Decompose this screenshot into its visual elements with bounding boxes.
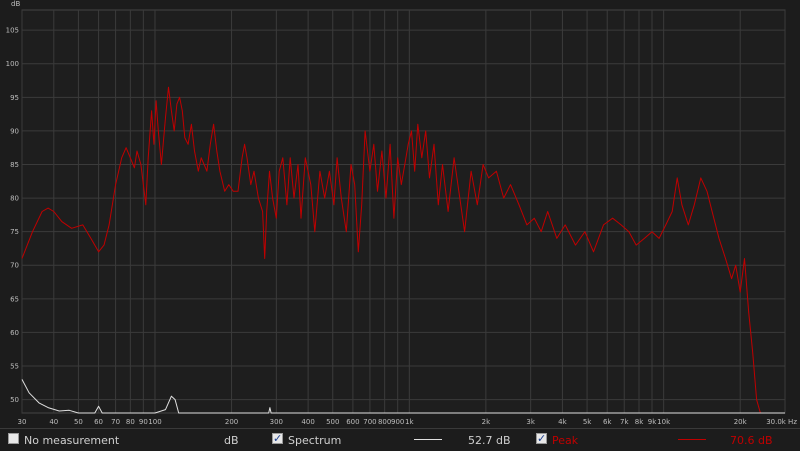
x-tick-label: 40	[49, 418, 58, 426]
y-tick-label: 65	[10, 295, 19, 303]
x-tick-label: 3k	[526, 418, 535, 426]
x-tick-label: 600	[346, 418, 359, 426]
spectrum-checkbox[interactable]	[272, 432, 283, 445]
x-tick-label: 80	[126, 418, 135, 426]
x-tick-label: 70	[111, 418, 120, 426]
y-tick-label: 105	[6, 27, 19, 35]
peak-value: 70.6 dB	[730, 434, 773, 447]
x-tick-label: 4k	[558, 418, 567, 426]
x-tick-label: 9k	[648, 418, 657, 426]
no-measurement-checkbox[interactable]	[8, 433, 19, 444]
y-tick-label: 95	[10, 94, 19, 102]
spectrum-line-swatch	[414, 439, 442, 440]
x-tick-label: 1k	[405, 418, 414, 426]
x-tick-label: 100	[148, 418, 161, 426]
y-tick-label: 60	[10, 329, 19, 337]
x-tick-label: 2k	[482, 418, 491, 426]
y-tick-label: 50	[10, 396, 19, 404]
y-tick-label: 75	[10, 228, 19, 236]
x-tick-label: 900	[391, 418, 404, 426]
x-tick-label: 30.0k Hz	[766, 418, 797, 426]
y-tick-label: 85	[10, 161, 19, 169]
x-tick-label: 6k	[603, 418, 612, 426]
x-tick-label: 60	[94, 418, 103, 426]
x-tick-label: 20k	[734, 418, 748, 426]
peak-label: Peak	[552, 434, 579, 447]
x-tick-label: 8k	[635, 418, 644, 426]
y-tick-label: 70	[10, 262, 19, 270]
x-tick-label: 200	[225, 418, 238, 426]
x-tick-label: 5k	[583, 418, 592, 426]
x-tick-label: 50	[74, 418, 83, 426]
y-tick-label: 80	[10, 195, 19, 203]
x-tick-label: 300	[270, 418, 283, 426]
x-tick-label: 30	[18, 418, 27, 426]
y-tick-label: 90	[10, 127, 19, 135]
spectrum-value: 52.7 dB	[468, 434, 511, 447]
y-axis-label: dB	[11, 0, 20, 8]
x-tick-label: 700	[363, 418, 376, 426]
spectrum-plot[interactable]: 50 55 60 65 70 75 80 85 90 95 100 105 30 40 50 60 70 80 9…	[0, 0, 800, 428]
y-tick-label: 55	[10, 362, 19, 370]
plot-frame	[21, 9, 786, 414]
plot-grid	[21, 9, 786, 414]
spectrum-label: Spectrum	[288, 434, 342, 447]
x-tick-label: 7k	[620, 418, 629, 426]
x-tick-label: 90	[139, 418, 148, 426]
x-tick-label: 10k	[657, 418, 671, 426]
peak-checkbox[interactable]	[536, 432, 547, 445]
peak-line-swatch	[678, 439, 706, 440]
legend-bar: No measurement dB Spectrum 52.7 dB Peak …	[0, 428, 800, 451]
unit-label: dB	[224, 434, 239, 447]
no-measurement-label: No measurement	[24, 434, 120, 447]
x-tick-label: 800	[378, 418, 391, 426]
x-tick-label: 400	[301, 418, 314, 426]
x-tick-label: 500	[326, 418, 339, 426]
y-tick-label: 100	[6, 60, 19, 68]
